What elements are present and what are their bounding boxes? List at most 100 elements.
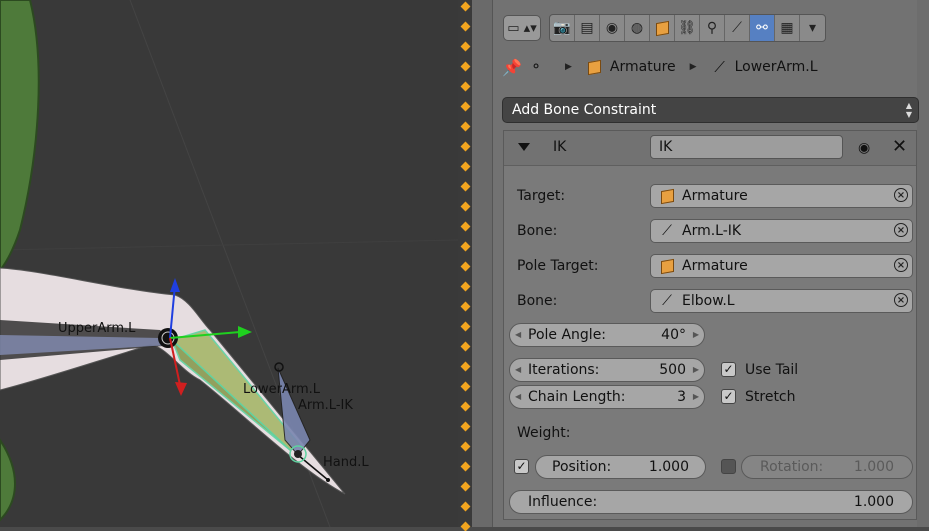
pin-icon[interactable]: 📌 <box>502 58 522 77</box>
constraint-type-label: IK <box>553 139 567 155</box>
position-label: Position: <box>552 459 612 475</box>
target-value: Armature <box>682 188 748 204</box>
keyframe-marker-icon <box>460 281 471 292</box>
keyframe-marker-icon <box>460 501 471 512</box>
increment-arrow-icon[interactable]: ▶ <box>693 365 699 374</box>
world-icon[interactable]: ◍ <box>625 15 650 41</box>
bone-label-arm-ik: Arm.L-IK <box>298 398 353 413</box>
increment-arrow-icon[interactable]: ▶ <box>693 330 699 339</box>
keyframe-marker-icon <box>460 341 471 352</box>
add-bone-constraint-label: Add Bone Constraint <box>512 102 657 118</box>
clear-icon[interactable]: × <box>894 258 908 272</box>
bone-icon: ⟋ <box>662 293 672 309</box>
iterations-value: 500 <box>659 362 686 378</box>
region-divider[interactable] <box>458 0 472 531</box>
clear-icon[interactable]: × <box>894 188 908 202</box>
pole-angle-field[interactable]: ◀ Pole Angle: 40° ▶ <box>509 323 705 347</box>
modifiers-icon[interactable]: ⚲ <box>700 15 725 41</box>
keyframe-marker-icon <box>460 221 471 232</box>
clear-icon[interactable]: × <box>894 223 908 237</box>
viewport-scene <box>0 0 458 527</box>
chain-length-label: Chain Length: <box>528 389 626 405</box>
bone-label-upper-arm: UpperArm.L <box>58 321 136 336</box>
panel-edge <box>472 0 492 527</box>
render-icon[interactable]: 📷 <box>550 15 575 41</box>
weight-label: Weight: <box>517 425 571 441</box>
context-toolbar: ▭ ▴▾ 📷 ▤ ◉ ◍ ⛓ ⚲ ⟋ ⚯ ▦ ▾ <box>503 14 826 42</box>
keyframe-marker-icon <box>460 1 471 12</box>
keyframe-marker-icon <box>460 461 471 472</box>
keyframe-marker-icon <box>460 421 471 432</box>
iterations-label: Iterations: <box>528 362 600 378</box>
bone-field[interactable]: ⟋ Arm.L-IK × <box>650 219 913 243</box>
target-field[interactable]: Armature × <box>650 184 913 208</box>
chain-length-field[interactable]: ◀ Chain Length: 3 ▶ <box>509 385 705 409</box>
clear-icon[interactable]: × <box>894 293 908 307</box>
stretch-label: Stretch <box>745 389 796 405</box>
rotation-checkbox[interactable]: ✓ <box>721 459 736 474</box>
pole-angle-label: Pole Angle: <box>528 327 607 343</box>
close-icon[interactable]: ✕ <box>892 136 907 157</box>
add-bone-constraint-dropdown[interactable]: Add Bone Constraint ▲ ▼ <box>502 97 919 123</box>
chevron-right-icon: ▶ <box>689 62 697 72</box>
panel-separator <box>492 0 493 527</box>
keyframe-marker-icon <box>460 401 471 412</box>
rotation-field[interactable]: Rotation: 1.000 <box>741 455 913 479</box>
decrement-arrow-icon[interactable]: ◀ <box>515 330 521 339</box>
position-field[interactable]: Position: 1.000 <box>535 455 706 479</box>
keyframe-marker-icon <box>460 261 471 272</box>
editor-type-dropdown[interactable]: ▭ ▴▾ <box>503 15 541 41</box>
render-layers-icon[interactable]: ▤ <box>575 15 600 41</box>
constraints-icon[interactable]: ⛓ <box>675 15 700 41</box>
decrement-arrow-icon[interactable]: ◀ <box>515 392 521 401</box>
keyframe-marker-icon <box>460 381 471 392</box>
pole-bone-field[interactable]: ⟋ Elbow.L × <box>650 289 913 313</box>
increment-arrow-icon[interactable]: ▶ <box>693 392 699 401</box>
position-value: 1.000 <box>648 459 689 475</box>
bone-label-lower-arm: LowerArm.L <box>243 382 320 397</box>
keyframe-marker-icon <box>460 41 471 52</box>
target-label: Target: <box>517 188 566 204</box>
constraint-name-field[interactable]: IK <box>650 135 843 159</box>
stretch-checkbox[interactable]: ✓ <box>721 389 736 404</box>
use-tail-checkbox[interactable]: ✓ <box>721 362 736 377</box>
iterations-field[interactable]: ◀ Iterations: 500 ▶ <box>509 358 705 382</box>
data-icon[interactable]: ⟋ <box>725 15 750 41</box>
texture-icon[interactable]: ▾ <box>800 15 825 41</box>
panel-scrollbar[interactable] <box>917 0 929 527</box>
keyframe-marker-icon <box>460 101 471 112</box>
context-tabs: 📷 ▤ ◉ ◍ ⛓ ⚲ ⟋ ⚯ ▦ ▾ <box>549 14 826 42</box>
ik-constraint-panel: IK IK ◉ ✕ Target: Armature × Bone: ⟋ Arm… <box>503 130 917 520</box>
influence-field[interactable]: Influence: 1.000 <box>509 490 913 514</box>
scene-icon[interactable]: ◉ <box>600 15 625 41</box>
rotation-value: 1.000 <box>853 459 894 475</box>
bone-icon: ⟋ <box>714 58 725 76</box>
rotation-label: Rotation: <box>760 459 824 475</box>
position-checkbox[interactable]: ✓ <box>514 459 529 474</box>
pole-angle-value: 40° <box>661 327 686 343</box>
bone-constraint-icon[interactable]: ⚯ <box>750 15 775 41</box>
decrement-arrow-icon[interactable]: ◀ <box>515 365 521 374</box>
bone-value: Arm.L-IK <box>682 223 742 239</box>
keyframe-marker-icon <box>460 81 471 92</box>
pole-target-label: Pole Target: <box>517 258 599 274</box>
keyframe-marker-icon <box>460 161 471 172</box>
object-icon[interactable] <box>650 15 675 41</box>
collapse-triangle-icon[interactable] <box>518 143 530 151</box>
dropdown-arrows-icon: ▲ ▼ <box>905 101 912 119</box>
breadcrumb: 📌 ⚬ ▶ Armature ▶ ⟋ LowerArm.L <box>502 54 817 80</box>
object-icon <box>658 257 676 275</box>
keyframe-marker-icon <box>460 481 471 492</box>
scene-data-icon: ⚬ <box>530 59 542 75</box>
pole-target-field[interactable]: Armature × <box>650 254 913 278</box>
pole-target-value: Armature <box>682 258 748 274</box>
influence-value: 1.000 <box>853 494 894 510</box>
eye-icon[interactable]: ◉ <box>858 140 870 156</box>
3d-viewport[interactable]: UpperArm.L LowerArm.L Arm.L-IK Hand.L <box>0 0 458 527</box>
material-icon[interactable]: ▦ <box>775 15 800 41</box>
keyframe-marker-icon <box>460 361 471 372</box>
keyframe-marker-icon <box>460 201 471 212</box>
pole-bone-value: Elbow.L <box>682 293 735 309</box>
character-body <box>0 0 40 272</box>
use-tail-label: Use Tail <box>745 362 799 378</box>
